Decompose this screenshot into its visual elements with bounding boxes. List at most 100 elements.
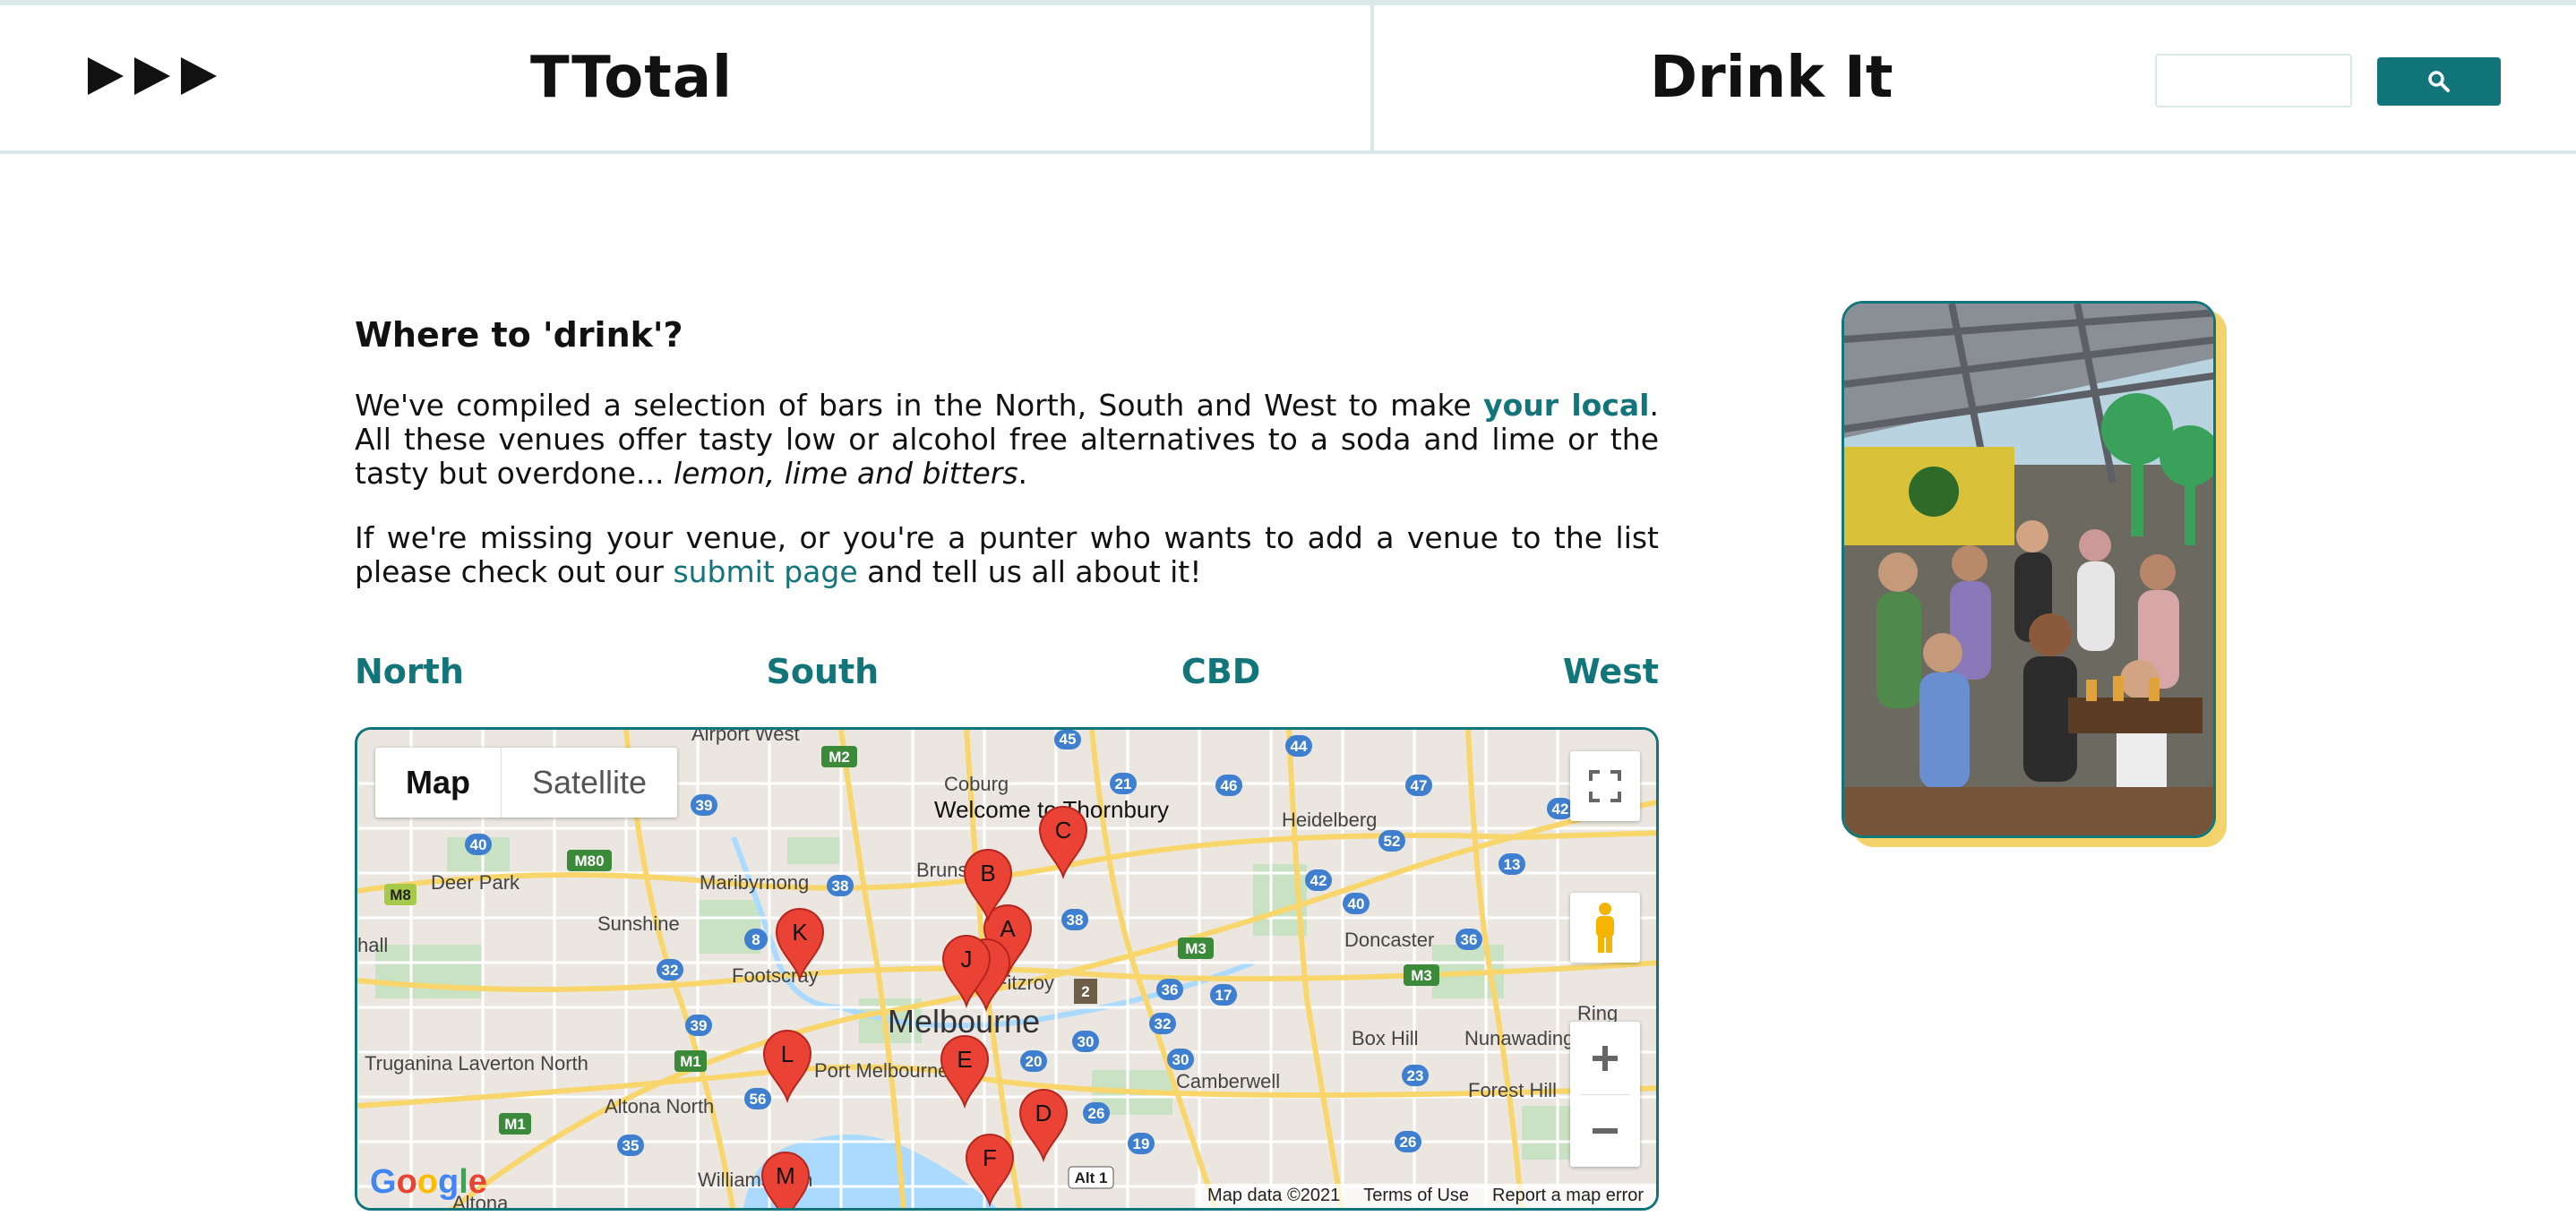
map-type-satellite-button[interactable]: Satellite xyxy=(501,748,677,818)
pegman-icon xyxy=(1596,903,1614,953)
shield: 44 xyxy=(1285,735,1312,757)
shield: 32 xyxy=(1149,1013,1176,1034)
shield: 39 xyxy=(691,794,717,816)
shield: M80 xyxy=(567,850,612,871)
place-hall: hall xyxy=(357,934,388,956)
google-logo-letter: o xyxy=(416,1163,438,1201)
shield: M8 xyxy=(384,884,416,905)
svg-text:36: 36 xyxy=(1162,981,1179,998)
zoom-in-button[interactable] xyxy=(1570,1023,1640,1094)
place-coburg: Coburg xyxy=(944,773,1009,795)
submit-paragraph: If we're missing your venue, or you're a… xyxy=(355,521,1659,589)
svg-text:30: 30 xyxy=(1172,1051,1189,1068)
zoom-out-button[interactable] xyxy=(1570,1095,1640,1167)
place-sunshine: Sunshine xyxy=(597,912,680,935)
map-marker-label: K xyxy=(792,919,808,946)
google-logo-letter: o xyxy=(396,1163,417,1201)
google-logo-letter: G xyxy=(370,1163,397,1201)
submit-page-link[interactable]: submit page xyxy=(673,554,857,589)
street-view-pegman-button[interactable] xyxy=(1570,893,1640,963)
svg-text:Alt 1: Alt 1 xyxy=(1075,1169,1108,1186)
region-link-west[interactable]: West xyxy=(1563,652,1659,691)
shield: 26 xyxy=(1395,1131,1421,1152)
google-logo-letter: e xyxy=(468,1163,487,1201)
svg-text:56: 56 xyxy=(750,1091,767,1108)
venue-map[interactable]: Airport West Coburg Heidelberg Deer Park… xyxy=(355,727,1659,1211)
shield: 47 xyxy=(1405,775,1432,796)
svg-text:17: 17 xyxy=(1215,987,1232,1004)
svg-text:21: 21 xyxy=(1115,775,1132,792)
intro-text: We've compiled a selection of bars in th… xyxy=(355,388,1484,423)
shield: 30 xyxy=(1072,1031,1099,1052)
shield: M2 xyxy=(821,746,857,767)
svg-text:M8: M8 xyxy=(390,886,411,903)
shield: 35 xyxy=(617,1135,644,1156)
svg-text:42: 42 xyxy=(1310,872,1327,889)
map-attribution: Map data ©2021 Terms of Use Report a map… xyxy=(1195,1184,1656,1208)
map-marker-label: F xyxy=(983,1144,997,1171)
svg-text:52: 52 xyxy=(1384,833,1401,850)
svg-text:M1: M1 xyxy=(680,1053,701,1070)
minus-icon xyxy=(1593,1127,1618,1134)
map-marker-label: M xyxy=(776,1162,795,1189)
region-link-cbd[interactable]: CBD xyxy=(1181,652,1260,691)
shield: 42 xyxy=(1305,869,1332,891)
place-nunawading: Nunawading xyxy=(1464,1027,1574,1049)
place-box-hill: Box Hill xyxy=(1352,1027,1419,1049)
region-link-north[interactable]: North xyxy=(355,652,464,691)
map-type-control: Map Satellite xyxy=(375,748,678,818)
plus-icon xyxy=(1593,1045,1618,1071)
svg-text:20: 20 xyxy=(1026,1053,1043,1070)
google-logo-text: Google xyxy=(370,1163,487,1201)
shield: 38 xyxy=(1061,909,1088,930)
google-logo-letter: g xyxy=(438,1163,459,1201)
svg-text:47: 47 xyxy=(1411,777,1428,794)
site-brand[interactable]: TTotal xyxy=(530,45,733,111)
map-type-map-button[interactable]: Map xyxy=(375,748,501,818)
svg-text:26: 26 xyxy=(1400,1134,1417,1151)
svg-text:45: 45 xyxy=(1060,731,1077,748)
terms-of-use-link[interactable]: Terms of Use xyxy=(1363,1186,1469,1206)
svg-text:2: 2 xyxy=(1081,983,1089,1000)
shield: M1 xyxy=(674,1050,707,1072)
intro-italic: lemon, lime and bitters xyxy=(673,456,1018,491)
google-logo-letter: l xyxy=(459,1163,468,1201)
search-input[interactable] xyxy=(2155,54,2352,107)
shield: 17 xyxy=(1210,984,1237,1006)
svg-text:32: 32 xyxy=(1155,1015,1172,1032)
shield: M1 xyxy=(499,1113,531,1135)
region-link-south[interactable]: South xyxy=(766,652,879,691)
map-marker-label: E xyxy=(957,1046,972,1073)
fullscreen-button[interactable] xyxy=(1570,751,1640,821)
svg-text:26: 26 xyxy=(1088,1105,1105,1122)
your-local-link[interactable]: your local xyxy=(1483,388,1649,423)
venue-photo xyxy=(1842,301,2216,838)
svg-text:44: 44 xyxy=(1291,738,1308,755)
search-icon xyxy=(2428,71,2450,92)
svg-text:39: 39 xyxy=(696,797,713,814)
map-marker-label: D xyxy=(1035,1100,1052,1126)
shield: 30 xyxy=(1167,1049,1194,1070)
place-altona-north: Altona North xyxy=(605,1095,714,1118)
shield: 36 xyxy=(1455,929,1482,950)
place-doncaster: Doncaster xyxy=(1344,929,1434,951)
map-marker-label: C xyxy=(1055,817,1072,843)
shield: 32 xyxy=(657,959,683,981)
svg-text:38: 38 xyxy=(1067,912,1084,929)
shield: 56 xyxy=(744,1088,771,1109)
header-divider xyxy=(1370,5,1374,154)
shield: 45 xyxy=(1054,730,1081,749)
svg-text:46: 46 xyxy=(1221,777,1238,794)
shield: 23 xyxy=(1402,1065,1429,1086)
google-logo[interactable]: Google xyxy=(370,1163,487,1202)
shield: 40 xyxy=(465,834,492,855)
shield: 19 xyxy=(1128,1133,1155,1154)
place-camberwell: Camberwell xyxy=(1176,1070,1280,1092)
svg-text:42: 42 xyxy=(1552,801,1569,818)
search-button[interactable] xyxy=(2377,57,2501,106)
fullscreen-icon xyxy=(1589,770,1621,802)
report-map-error-link[interactable]: Report a map error xyxy=(1492,1186,1644,1206)
svg-text:30: 30 xyxy=(1078,1033,1095,1050)
menu-arrows-icon[interactable] xyxy=(88,57,217,95)
svg-text:38: 38 xyxy=(832,878,849,895)
